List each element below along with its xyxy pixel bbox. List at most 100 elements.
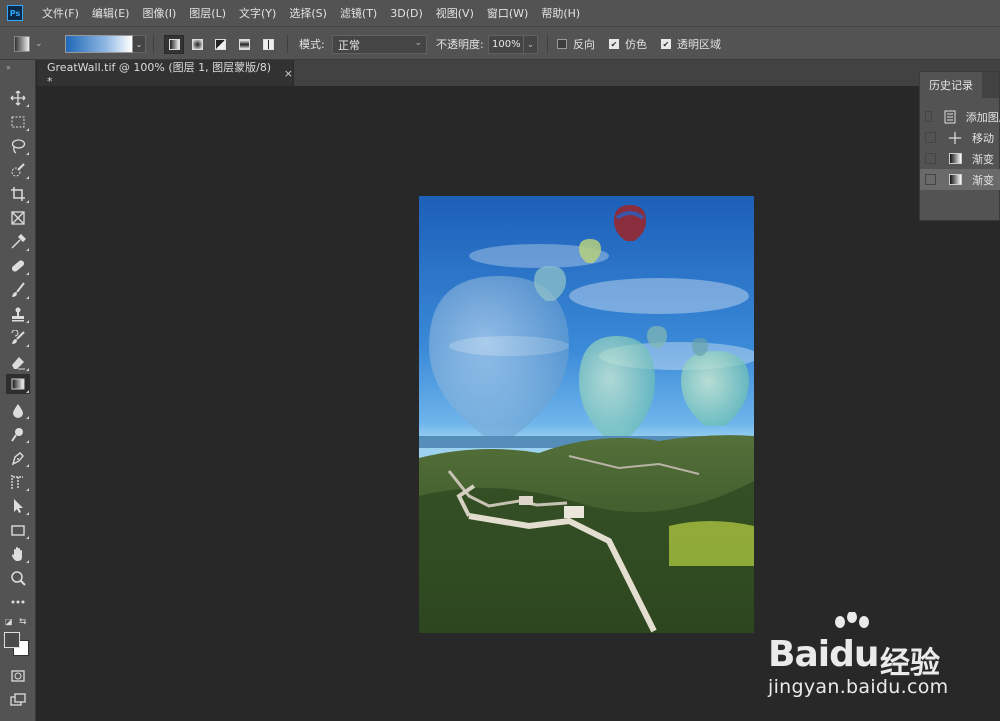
blur-tool[interactable] bbox=[6, 400, 30, 420]
brush-tool[interactable] bbox=[6, 280, 30, 300]
linear-gradient-button[interactable] bbox=[164, 35, 184, 54]
pen-tool[interactable] bbox=[6, 448, 30, 468]
photoshop-logo-icon[interactable]: Ps bbox=[7, 5, 23, 21]
menu-layer[interactable]: 图层(L) bbox=[189, 5, 226, 21]
crop-icon bbox=[11, 187, 25, 201]
dodge-icon bbox=[11, 428, 23, 442]
history-brush-icon bbox=[11, 330, 25, 344]
history-source-checkbox[interactable] bbox=[925, 174, 936, 185]
great-wall-balloons-image bbox=[419, 196, 754, 633]
screen-mode-button[interactable] bbox=[6, 690, 30, 710]
panel-grip-icon[interactable]: » bbox=[6, 63, 11, 72]
menu-select[interactable]: 选择(S) bbox=[289, 5, 327, 21]
healing-brush-tool[interactable] bbox=[6, 256, 30, 276]
gradient-icon bbox=[11, 378, 25, 390]
menu-view[interactable]: 视图(V) bbox=[436, 5, 474, 21]
history-item-move[interactable]: 移动 bbox=[920, 127, 1000, 148]
reverse-checkbox[interactable]: 反向 bbox=[557, 27, 595, 61]
type-tool[interactable] bbox=[6, 472, 30, 492]
baidu-jingyan-watermark: Baidu 经验 jingyan.baidu.com bbox=[768, 612, 968, 712]
gradient-picker-dropdown[interactable]: ⌄ bbox=[133, 35, 146, 53]
ellipsis-icon bbox=[11, 600, 25, 604]
frame-tool[interactable] bbox=[6, 208, 30, 228]
crop-tool[interactable] bbox=[6, 184, 30, 204]
chevron-down-icon: ⌄ bbox=[414, 38, 422, 48]
document-tab[interactable]: GreatWall.tif @ 100% (图层 1, 图层蒙版/8) * × bbox=[37, 60, 294, 88]
menu-filter[interactable]: 滤镜(T) bbox=[340, 5, 377, 21]
opacity-input[interactable]: 100% bbox=[488, 35, 524, 54]
history-item-label: 移动 bbox=[972, 131, 994, 145]
history-brush-tool[interactable] bbox=[6, 328, 30, 348]
reflected-gradient-button[interactable] bbox=[234, 35, 254, 54]
menu-edit[interactable]: 编辑(E) bbox=[92, 5, 130, 21]
watermark-brand: Baidu bbox=[768, 634, 879, 675]
clone-stamp-tool[interactable] bbox=[6, 304, 30, 324]
menu-window[interactable]: 窗口(W) bbox=[487, 5, 528, 21]
reverse-checkbox-box[interactable] bbox=[557, 39, 567, 49]
eraser-icon bbox=[12, 357, 25, 370]
history-item-gradient-1[interactable]: 渐变 bbox=[920, 148, 1000, 169]
eyedropper-tool[interactable] bbox=[6, 232, 30, 252]
transparency-label: 透明区域 bbox=[677, 38, 721, 51]
history-item-label: 添加图层蒙版 bbox=[965, 110, 1000, 124]
hand-tool[interactable] bbox=[6, 544, 30, 564]
history-item-gradient-2[interactable]: 渐变 bbox=[920, 169, 1000, 190]
history-item-add-mask[interactable]: 添加图层蒙版 bbox=[920, 106, 1000, 127]
close-icon[interactable]: × bbox=[284, 67, 293, 80]
history-source-checkbox[interactable] bbox=[925, 153, 936, 164]
dodge-tool[interactable] bbox=[6, 424, 30, 444]
quick-selection-tool[interactable] bbox=[6, 160, 30, 180]
more-tools[interactable] bbox=[6, 592, 30, 612]
menu-type[interactable]: 文字(Y) bbox=[239, 5, 276, 21]
divider bbox=[153, 35, 154, 53]
opacity-slider-dropdown[interactable]: ⌄ bbox=[524, 35, 538, 54]
menu-image[interactable]: 图像(I) bbox=[142, 5, 176, 21]
default-colors-row: ◪ ⇆ bbox=[5, 617, 31, 629]
history-source-checkbox[interactable] bbox=[925, 111, 932, 122]
dither-checkbox-box[interactable]: ✔ bbox=[609, 39, 619, 49]
dither-checkbox[interactable]: ✔ 仿色 bbox=[609, 27, 647, 61]
document-tab-title: GreatWall.tif @ 100% (图层 1, 图层蒙版/8) * bbox=[47, 60, 272, 88]
gradient-icon bbox=[948, 173, 962, 187]
blend-mode-select[interactable]: 正常 ⌄ bbox=[332, 35, 427, 54]
quick-mask-button[interactable] bbox=[6, 666, 30, 686]
history-source-checkbox[interactable] bbox=[925, 132, 936, 143]
watermark-url: jingyan.baidu.com bbox=[768, 676, 949, 698]
path-selection-tool[interactable] bbox=[6, 496, 30, 516]
document-image[interactable] bbox=[419, 196, 754, 633]
rectangle-icon bbox=[11, 525, 25, 536]
tools-panel: » ◪ ⇆ bbox=[0, 60, 36, 721]
divider bbox=[547, 35, 548, 53]
angle-gradient-button[interactable] bbox=[210, 35, 230, 54]
opacity-label: 不透明度: bbox=[436, 38, 484, 51]
foreground-color-swatch[interactable] bbox=[4, 632, 20, 648]
gradient-preview-bar[interactable] bbox=[65, 35, 133, 53]
document-tab-strip: GreatWall.tif @ 100% (图层 1, 图层蒙版/8) * × bbox=[37, 60, 1000, 88]
transparency-checkbox[interactable]: ✔ 透明区域 bbox=[661, 27, 721, 61]
menu-3d[interactable]: 3D(D) bbox=[390, 7, 423, 20]
gradient-tool[interactable] bbox=[6, 374, 30, 394]
rectangle-tool[interactable] bbox=[6, 520, 30, 540]
zoom-tool[interactable] bbox=[6, 568, 30, 588]
options-bar: ⌄ ⌄ 模式: 正常 ⌄ 不透明度: 100% ⌄ 反向 ✔ 仿色 ✔ 透明区域 bbox=[0, 26, 1000, 60]
diamond-gradient-button[interactable] bbox=[258, 35, 278, 54]
history-panel-header: 历史记录 bbox=[920, 72, 999, 98]
default-colors-icon[interactable]: ◪ bbox=[5, 617, 13, 626]
gradient-editor[interactable]: ⌄ bbox=[65, 27, 146, 61]
radial-gradient-button[interactable] bbox=[187, 35, 207, 54]
gradient-icon bbox=[948, 152, 962, 166]
history-panel-tab[interactable]: 历史记录 bbox=[920, 72, 982, 98]
gradient-tool-preset-icon bbox=[14, 36, 30, 52]
menu-file[interactable]: 文件(F) bbox=[42, 5, 79, 21]
transparency-checkbox-box[interactable]: ✔ bbox=[661, 39, 671, 49]
move-tool[interactable] bbox=[6, 88, 30, 108]
marquee-tool[interactable] bbox=[6, 112, 30, 132]
swap-colors-icon[interactable]: ⇆ bbox=[19, 617, 27, 627]
lasso-icon bbox=[11, 139, 26, 154]
history-item-label: 渐变 bbox=[972, 173, 994, 187]
eraser-tool[interactable] bbox=[6, 352, 30, 372]
tool-preset-picker[interactable]: ⌄ bbox=[14, 27, 54, 61]
divider bbox=[287, 35, 288, 53]
menu-help[interactable]: 帮助(H) bbox=[541, 5, 580, 21]
lasso-tool[interactable] bbox=[6, 136, 30, 156]
